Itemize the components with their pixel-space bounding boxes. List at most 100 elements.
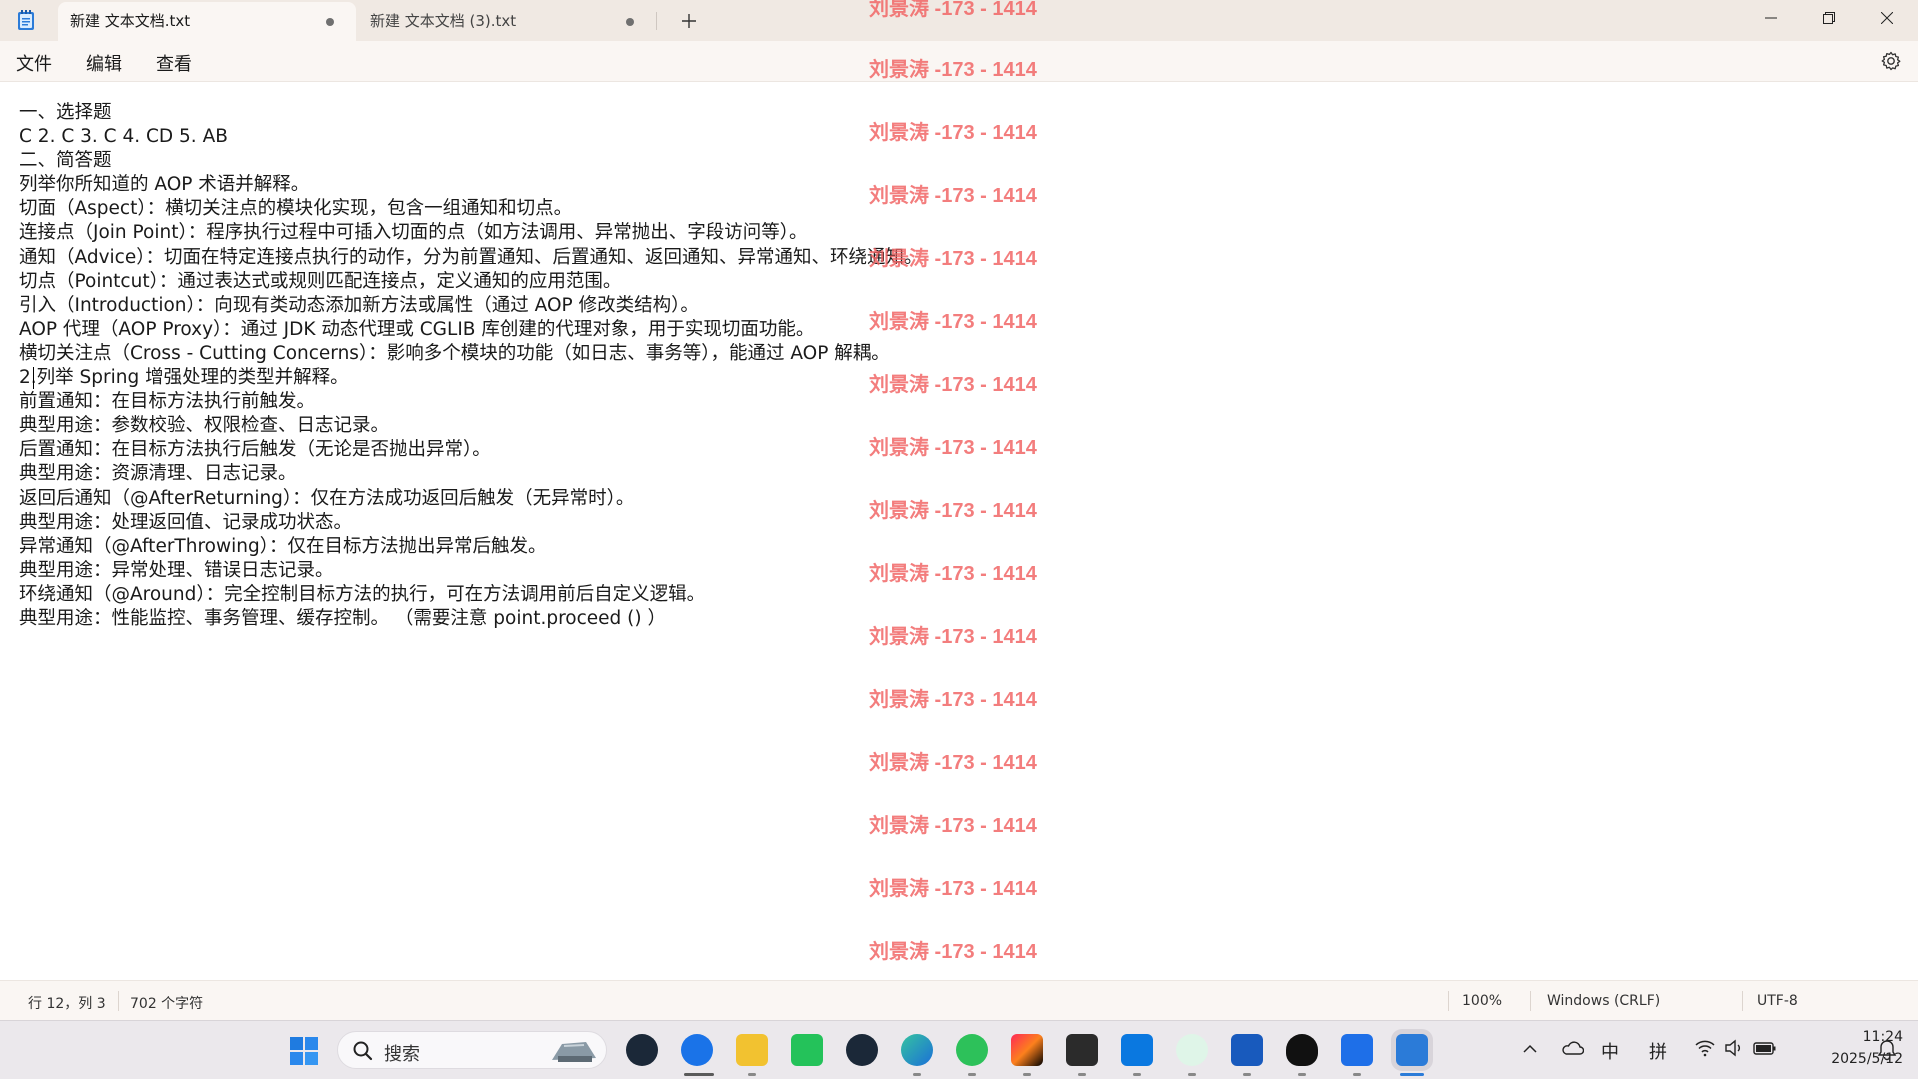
- editor-line: 前置通知：在目标方法执行前触发。: [19, 391, 316, 413]
- close-icon: [1881, 12, 1893, 24]
- windows-start-icon[interactable]: [289, 1036, 319, 1066]
- watermark-text: 刘景涛 -173 - 1414: [869, 500, 1037, 522]
- watermark-text: 刘景涛 -173 - 1414: [869, 374, 1037, 396]
- character-count: 702 个字符: [130, 996, 204, 1012]
- editor-line: 通知（Advice）：切面在特定连接点执行的动作，分为前置通知、后置通知、返回通…: [19, 246, 923, 268]
- watermark-text: 刘景涛 -173 - 1414: [869, 248, 1037, 270]
- close-button[interactable]: [1864, 0, 1910, 36]
- running-indicator: [1243, 1073, 1251, 1076]
- watermark-text: 刘景涛 -173 - 1414: [869, 752, 1037, 774]
- chevron-up-icon[interactable]: [1522, 1043, 1538, 1055]
- line-ending[interactable]: Windows (CRLF): [1547, 993, 1660, 1009]
- text-editor[interactable]: 一、选择题 C 2. C 3. C 4. CD 5. AB 二、简答题 列举你所知道的…: [0, 82, 1918, 980]
- status-divider: [1530, 991, 1531, 1011]
- editor-line: 2.列举 Spring 增强处理的类型并解释。: [19, 367, 349, 389]
- editor-line: AOP 代理（AOP Proxy）：通过 JDK 动态代理或 CGLIB 库创建…: [19, 318, 815, 340]
- watermark-text: 刘景涛 -173 - 1414: [869, 689, 1037, 711]
- status-divider: [1742, 991, 1743, 1011]
- editor-line: 典型用途：资源清理、日志记录。: [19, 463, 297, 485]
- watermark-text: 刘景涛 -173 - 1414: [869, 59, 1037, 81]
- search-highlight-icon: [552, 1042, 596, 1062]
- maximize-button[interactable]: [1806, 0, 1852, 36]
- edge-icon[interactable]: [901, 1034, 933, 1066]
- running-indicator: [684, 1073, 714, 1076]
- minimize-icon: [1765, 17, 1777, 19]
- editor-line: 一、选择题: [19, 102, 112, 123]
- tab-divider: [656, 12, 657, 30]
- status-divider: [1448, 991, 1449, 1011]
- watermark-text: 刘景涛 -173 - 1414: [869, 185, 1037, 207]
- editor-line: 典型用途：性能监控、事务管理、缓存控制。 （需要注意 point.proceed…: [19, 607, 666, 629]
- watermark-text: 刘景涛 -173 - 1414: [869, 122, 1037, 144]
- running-indicator: [1298, 1073, 1306, 1076]
- encoding[interactable]: UTF-8: [1757, 993, 1798, 1009]
- intellij-icon[interactable]: [1011, 1034, 1043, 1066]
- new-tab-button[interactable]: [674, 6, 704, 36]
- watermark-text: 刘景涛 -173 - 1414: [869, 941, 1037, 963]
- editor-line: 横切关注点（Cross - Cutting Concerns）：影响多个模块的功…: [19, 342, 890, 364]
- watermark-text: 刘景涛 -173 - 1414: [869, 563, 1037, 585]
- tab-document-2[interactable]: 新建 文本文档 (3).txt: [358, 2, 656, 41]
- menu-edit[interactable]: 编辑: [86, 50, 122, 76]
- pinned-app-icon[interactable]: [791, 1034, 823, 1066]
- editor-line: 列举你所知道的 AOP 术语并解释。: [19, 174, 310, 196]
- search-icon: [353, 1041, 373, 1061]
- terminal-icon[interactable]: [1066, 1034, 1098, 1066]
- watermark-text: 刘景涛 -173 - 1414: [869, 626, 1037, 648]
- qq-icon[interactable]: [1286, 1034, 1318, 1066]
- steam-icon[interactable]: [626, 1034, 658, 1066]
- watermark-text: 刘景涛 -173 - 1414: [869, 878, 1037, 900]
- taskbar-search[interactable]: 搜索: [337, 1031, 607, 1069]
- notepad-icon: [18, 10, 34, 30]
- editor-line: 引入（Introduction）：向现有类动态添加新方法或属性（通过 AOP 修…: [19, 294, 699, 316]
- zoom-level[interactable]: 100%: [1462, 993, 1502, 1009]
- running-indicator: [748, 1073, 756, 1076]
- file-explorer-icon[interactable]: [736, 1034, 768, 1066]
- pinned-app-icon[interactable]: [1341, 1034, 1373, 1066]
- watermark-text: 刘景涛 -173 - 1414: [869, 0, 1037, 20]
- editor-line: 返回后通知（@AfterReturning）：仅在方法成功返回后触发（无异常时）…: [19, 487, 635, 509]
- watermark-text: 刘景涛 -173 - 1414: [869, 437, 1037, 459]
- notification-bell-icon[interactable]: [1876, 1039, 1898, 1061]
- running-indicator: [1353, 1073, 1361, 1076]
- text-caret: [33, 367, 34, 389]
- menu-view[interactable]: 查看: [156, 50, 192, 76]
- editor-line: 典型用途：参数校验、权限检查、日志记录。: [19, 415, 390, 437]
- editor-line: 切面（Aspect）：横切关注点的模块化实现，包含一组通知和切点。: [19, 198, 573, 220]
- menu-file[interactable]: 文件: [16, 50, 52, 76]
- running-indicator: [1188, 1073, 1196, 1076]
- editor-line: 后置通知：在目标方法执行后触发（无论是否抛出异常）。: [19, 439, 491, 461]
- notepad-taskbar-icon[interactable]: [1396, 1034, 1428, 1066]
- editor-line: 二、简答题: [19, 150, 112, 172]
- minimize-button[interactable]: [1748, 0, 1794, 36]
- pinned-app-icon[interactable]: [1176, 1034, 1208, 1066]
- wifi-icon[interactable]: [1695, 1039, 1715, 1057]
- word-icon[interactable]: [1231, 1034, 1263, 1066]
- watermark-text: 刘景涛 -173 - 1414: [869, 311, 1037, 333]
- tab-label: 新建 文本文档 (3).txt: [370, 12, 517, 30]
- wechat-icon[interactable]: [956, 1034, 988, 1066]
- running-indicator: [1133, 1073, 1141, 1076]
- tab-document-1[interactable]: 新建 文本文档.txt: [58, 2, 356, 41]
- editor-content[interactable]: 一、选择题 C 2. C 3. C 4. CD 5. AB 二、简答题 列举你所知道的…: [19, 101, 922, 631]
- editor-line: 切点（Pointcut）：通过表达式或规则匹配连接点，定义通知的应用范围。: [19, 270, 622, 292]
- ime-indicator[interactable]: 拼: [1649, 1038, 1667, 1064]
- editor-line: 环绕通知（@Around）：完全控制目标方法的执行，可在方法调用前后自定义逻辑。: [19, 583, 706, 605]
- ime-mode[interactable]: 中: [1601, 1038, 1619, 1064]
- gear-icon[interactable]: [1880, 50, 1902, 72]
- onedrive-icon[interactable]: [1560, 1039, 1584, 1057]
- steam-icon[interactable]: [846, 1034, 878, 1066]
- tab-label: 新建 文本文档.txt: [70, 12, 191, 30]
- editor-line: 典型用途：异常处理、错误日志记录。: [19, 559, 334, 581]
- pinned-app-icon[interactable]: [1121, 1034, 1153, 1066]
- unsaved-dot-icon[interactable]: [326, 18, 334, 26]
- search-label: 搜索: [384, 1044, 420, 1065]
- unsaved-dot-icon[interactable]: [626, 18, 634, 26]
- running-indicator: [1023, 1073, 1031, 1076]
- volume-icon[interactable]: [1724, 1039, 1744, 1057]
- plus-icon: [682, 14, 696, 28]
- pinned-app-icon[interactable]: [681, 1034, 713, 1066]
- status-bar: 行 12，列 3 702 个字符 100% Windows (CRLF) UTF…: [0, 980, 1918, 1021]
- taskbar: 搜索 中 拼 11:24 2025/5/12: [0, 1020, 1918, 1079]
- battery-icon[interactable]: [1753, 1039, 1777, 1057]
